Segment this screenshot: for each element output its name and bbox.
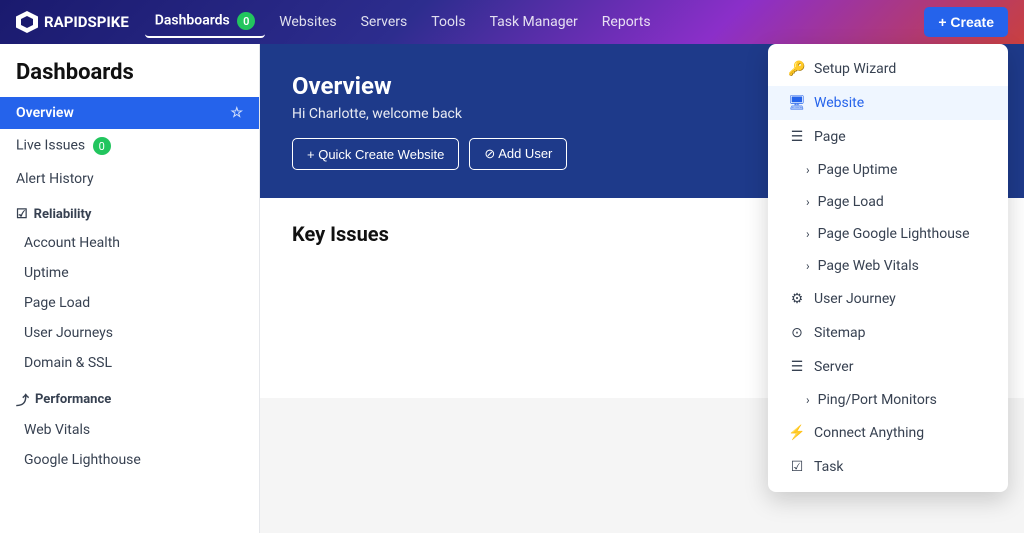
quick-create-website-button[interactable]: + Quick Create Website xyxy=(292,138,459,170)
dropdown-sitemap[interactable]: ⊙ Sitemap xyxy=(768,316,1008,350)
nav-dashboards[interactable]: Dashboards 0 xyxy=(145,6,265,38)
dropdown-page[interactable]: ☰ Page xyxy=(768,120,1008,154)
sidebar-section-reliability: ☑ Reliability xyxy=(0,195,259,228)
sidebar-item-web-vitals[interactable]: Web Vitals xyxy=(0,415,259,445)
sidebar-item-overview[interactable]: Overview ☆ xyxy=(0,97,259,129)
sidebar-item-google-lighthouse[interactable]: Google Lighthouse xyxy=(0,445,259,475)
nav-tools[interactable]: Tools xyxy=(421,8,475,36)
sidebar-item-alert-history[interactable]: Alert History xyxy=(0,163,259,195)
reliability-icon: ☑ xyxy=(16,207,28,222)
connect-icon: ⚡ xyxy=(788,425,806,441)
chevron-icon: › xyxy=(806,163,810,177)
chevron-icon: › xyxy=(806,259,810,273)
sidebar-item-domain-ssl[interactable]: Domain & SSL xyxy=(0,348,259,378)
create-dropdown-menu: 🔑 Setup Wizard 🖥 Website ☰ Page › Page U… xyxy=(768,44,1008,492)
chevron-icon: › xyxy=(806,227,810,241)
sidebar-item-live-issues[interactable]: Live Issues 0 xyxy=(0,129,259,163)
create-button[interactable]: + Create xyxy=(924,7,1008,37)
top-navigation: RAPIDSPIKE Dashboards 0 Websites Servers… xyxy=(0,0,1024,44)
logo[interactable]: RAPIDSPIKE xyxy=(16,11,129,33)
nav-servers[interactable]: Servers xyxy=(351,8,418,36)
dropdown-page-uptime[interactable]: › Page Uptime xyxy=(768,154,1008,186)
star-icon: ☆ xyxy=(230,105,243,121)
sitemap-icon: ⊙ xyxy=(788,325,806,341)
dropdown-ping-port-monitors[interactable]: › Ping/Port Monitors xyxy=(768,384,1008,416)
dropdown-connect-anything[interactable]: ⚡ Connect Anything xyxy=(768,416,1008,450)
sidebar: Dashboards Overview ☆ Live Issues 0 Aler… xyxy=(0,44,260,533)
setup-wizard-icon: 🔑 xyxy=(788,61,806,77)
dashboards-badge: 0 xyxy=(237,12,255,30)
live-issues-badge: 0 xyxy=(93,137,111,155)
dropdown-page-google-lighthouse[interactable]: › Page Google Lighthouse xyxy=(768,218,1008,250)
nav-websites[interactable]: Websites xyxy=(269,8,346,36)
nav-task-manager[interactable]: Task Manager xyxy=(480,8,588,36)
server-icon: ☰ xyxy=(788,359,806,375)
performance-icon: ⤴ xyxy=(16,390,29,409)
sidebar-title: Dashboards xyxy=(0,60,259,97)
page-icon: ☰ xyxy=(788,129,806,145)
dropdown-setup-wizard[interactable]: 🔑 Setup Wizard xyxy=(768,52,1008,86)
dropdown-user-journey[interactable]: ⚙ User Journey xyxy=(768,282,1008,316)
logo-icon xyxy=(16,11,38,33)
sidebar-item-uptime[interactable]: Uptime xyxy=(0,258,259,288)
dropdown-page-load[interactable]: › Page Load xyxy=(768,186,1008,218)
task-icon: ☑ xyxy=(788,459,806,475)
user-journey-icon: ⚙ xyxy=(788,291,806,307)
dropdown-task[interactable]: ☑ Task xyxy=(768,450,1008,484)
dropdown-server[interactable]: ☰ Server xyxy=(768,350,1008,384)
dropdown-website[interactable]: 🖥 Website xyxy=(768,86,1008,120)
sidebar-item-account-health[interactable]: Account Health xyxy=(0,228,259,258)
chevron-icon: › xyxy=(806,393,810,407)
sidebar-item-page-load[interactable]: Page Load xyxy=(0,288,259,318)
sidebar-section-performance: ⤴ Performance xyxy=(0,378,259,415)
add-user-button[interactable]: ⊘ Add User xyxy=(469,138,567,170)
nav-reports[interactable]: Reports xyxy=(592,8,661,36)
chevron-icon: › xyxy=(806,195,810,209)
sidebar-item-user-journeys[interactable]: User Journeys xyxy=(0,318,259,348)
dropdown-page-web-vitals[interactable]: › Page Web Vitals xyxy=(768,250,1008,282)
logo-text: RAPIDSPIKE xyxy=(44,13,129,31)
website-icon: 🖥 xyxy=(788,95,806,111)
